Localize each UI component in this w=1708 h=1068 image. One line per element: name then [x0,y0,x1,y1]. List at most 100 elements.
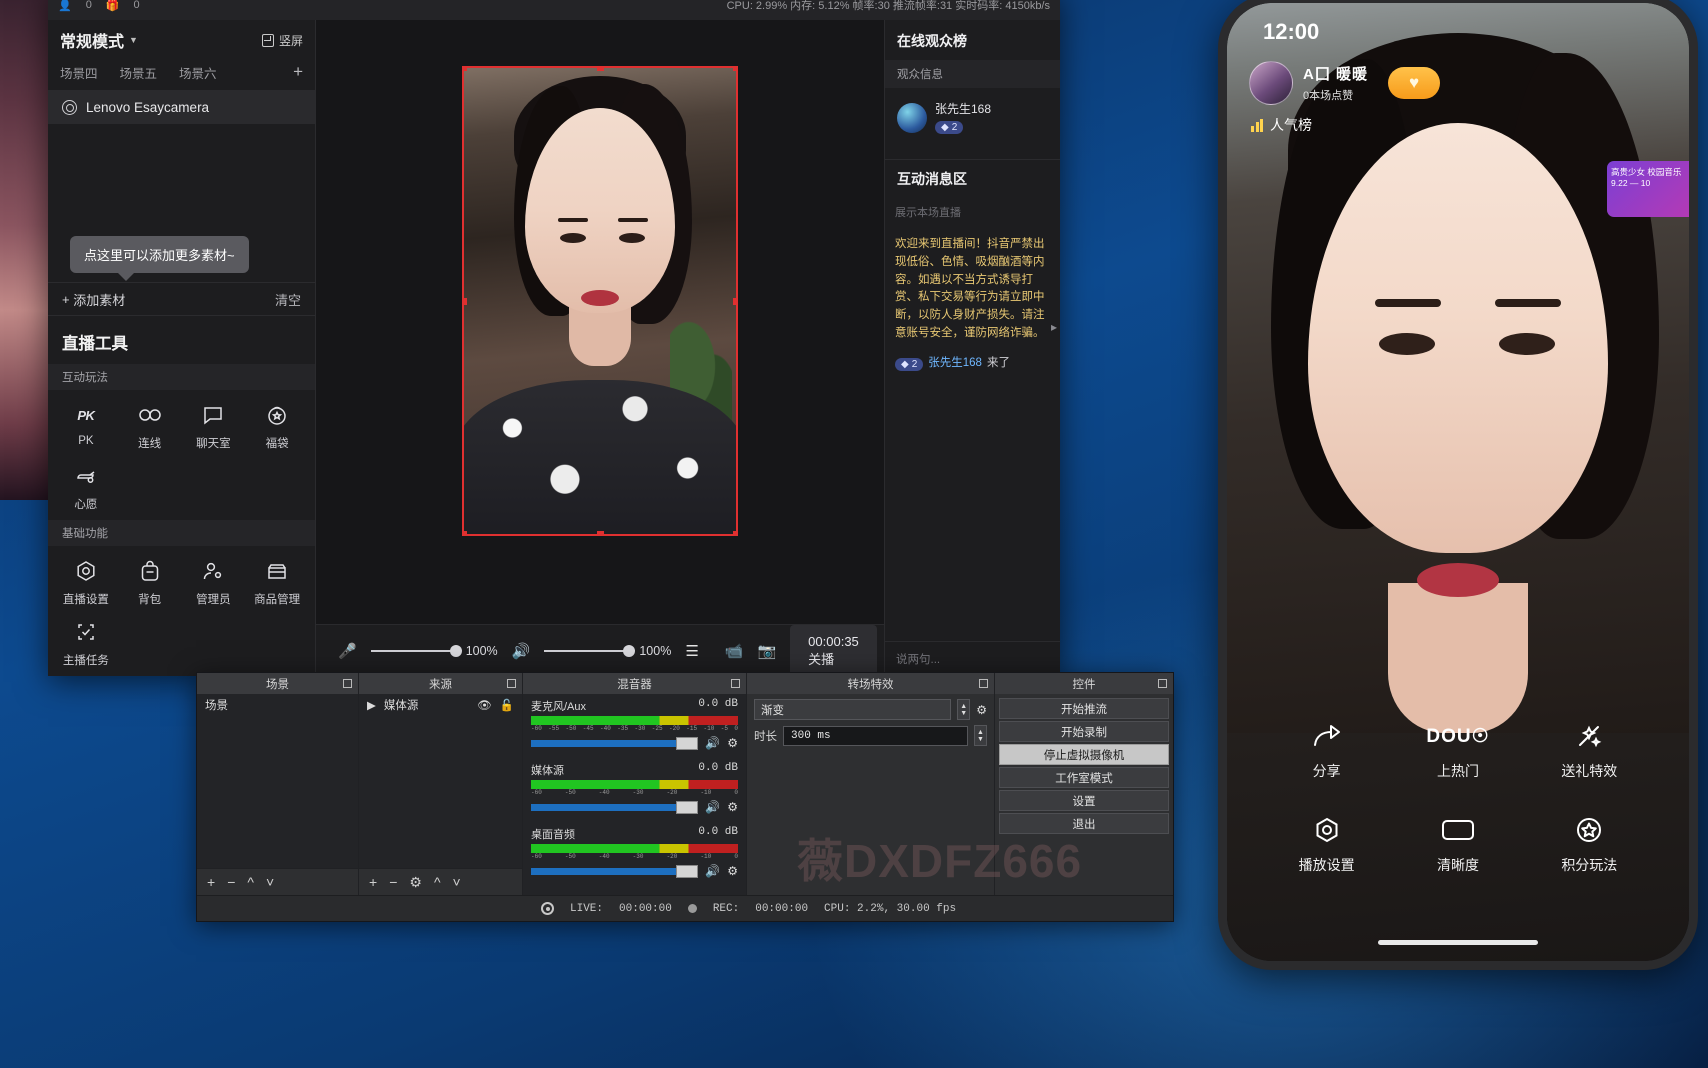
camera-toggle-icon[interactable]: 📷 [757,642,776,660]
tool-admin[interactable]: 管理员 [182,558,246,607]
source-properties-icon[interactable]: ⚙ [409,874,422,891]
phone-action-play-settings[interactable]: 播放设置 [1261,815,1392,875]
mode-label[interactable]: 常规模式 [60,28,124,52]
chevron-down-icon[interactable]: ▼ [129,35,138,45]
scene-tab-6[interactable]: 场景六 [179,63,217,82]
transition-select[interactable]: 渐变 [754,699,952,720]
list-item[interactable]: ▶ 媒体源 👁 🔓 [359,694,522,716]
phone-action-share[interactable]: 分享 [1261,721,1392,781]
volume-fader[interactable] [531,800,699,814]
volume-fader[interactable] [531,736,699,750]
scene-tab-5[interactable]: 场景五 [120,63,158,82]
transition-spinner[interactable]: ▲ ▼ [957,699,971,720]
channel-fader-row[interactable]: 🔊 ⚙ [531,800,738,814]
add-scene-icon[interactable]: + [207,874,215,890]
viewer-list-item[interactable]: 张先生168 ◆ 2 [885,88,1060,147]
scene-tab-4[interactable]: 场景四 [60,63,98,82]
float-dock-icon[interactable] [1158,679,1167,688]
stop-live-button[interactable]: 00:00:35 关播 [790,624,877,677]
move-up-icon[interactable]: ^ [247,874,254,890]
phone-user-row[interactable]: A囗 暖暖 0本场点赞 ♥ [1249,61,1441,105]
stop-virtual-camera-button[interactable]: 停止虚拟摄像机 [999,744,1169,765]
channel-fader-row[interactable]: 🔊 ⚙ [531,736,738,750]
speaker-track[interactable] [544,644,636,657]
expand-icon[interactable]: ▶ [367,698,376,712]
phone-action-hot[interactable]: DOU☉ 上热门 [1392,721,1523,781]
resize-handle-ml[interactable] [464,298,467,305]
resize-handle-tc[interactable] [597,68,604,71]
clear-button[interactable]: 清空 [275,290,301,309]
channel-fader-row[interactable]: 🔊 ⚙ [531,864,738,878]
avatar[interactable] [1249,61,1293,105]
phone-action-gift-effect[interactable]: 送礼特效 [1524,721,1655,781]
eye-icon[interactable]: 👁 [477,698,492,712]
mute-icon[interactable]: 🔊 [705,736,720,750]
phone-action-points[interactable]: 积分玩法 [1524,815,1655,875]
resize-handle-tl[interactable] [464,68,467,71]
plus-icon[interactable]: + [62,292,73,307]
preview-canvas[interactable] [316,20,884,624]
volume-fader[interactable] [531,864,699,878]
tool-wish[interactable]: 心愿 [54,463,118,512]
camera-source-frame[interactable] [462,66,738,536]
tool-backpack[interactable]: 背包 [118,558,182,607]
source-item-camera[interactable]: Lenovo Esaycamera [48,90,315,124]
resize-handle-br[interactable] [733,531,736,534]
popularity-rank-button[interactable]: 人气榜 [1251,115,1312,135]
list-item[interactable]: 场景 [197,694,358,716]
tool-anchor-task[interactable]: 主播任务 [54,619,118,668]
mic-track[interactable] [370,644,462,657]
collapse-panel-button[interactable]: ▸ [1048,312,1060,342]
tool-link[interactable]: 连线 [118,402,182,451]
mute-icon[interactable]: 🔊 [705,800,720,814]
tool-pk[interactable]: PK PK [54,402,118,451]
settings-button[interactable]: 设置 [999,790,1169,811]
phone-action-quality[interactable]: 清晰度 [1392,815,1523,875]
tool-shop[interactable]: 商品管理 [245,558,309,607]
fader-knob[interactable] [676,800,699,814]
float-dock-icon[interactable] [343,679,352,688]
move-down-icon[interactable]: ˅ [453,874,461,890]
move-up-icon[interactable]: ^ [434,874,441,890]
vertical-mode-button[interactable]: 竖屏 [261,32,303,49]
remove-source-icon[interactable]: − [389,874,397,890]
start-streaming-button[interactable]: 开始推流 [999,698,1169,719]
tool-chatroom[interactable]: 聊天室 [182,402,246,451]
chat-input[interactable]: 说两句... [885,641,1060,676]
speaker-knob[interactable] [623,644,636,657]
gear-icon[interactable]: ⚙ [727,800,738,814]
gear-icon[interactable]: ⚙ [727,864,738,878]
studio-mode-button[interactable]: 工作室模式 [999,767,1169,788]
phone-promo-banner[interactable]: 高贵少女 校园音乐 9.22 — 10 [1607,161,1689,217]
resize-handle-tr[interactable] [733,68,736,71]
remove-scene-icon[interactable]: − [227,874,235,890]
float-dock-icon[interactable] [979,679,988,688]
fader-knob[interactable] [676,864,699,878]
gear-icon[interactable]: ⚙ [976,703,987,717]
gear-icon[interactable]: ⚙ [727,736,738,750]
tool-live-settings[interactable]: 直播设置 [54,558,118,607]
duration-spinner[interactable]: ▲ ▼ [974,725,987,746]
mute-icon[interactable]: 🔊 [705,864,720,878]
resize-handle-bc[interactable] [597,531,604,534]
equalizer-icon[interactable]: ☰ [685,642,699,660]
fader-knob[interactable] [676,736,699,750]
dock-scenes-body[interactable]: 场景 [197,694,358,868]
start-recording-button[interactable]: 开始录制 [999,721,1169,742]
tool-luckybag[interactable]: 福袋 [245,402,309,451]
resize-handle-mr[interactable] [733,298,736,305]
screen-share-icon[interactable]: 📹 [725,642,744,660]
exit-button[interactable]: 退出 [999,813,1169,834]
float-dock-icon[interactable] [731,679,740,688]
speaker-slider[interactable]: 100% [544,644,671,658]
add-material-button[interactable]: 添加素材 [73,290,125,309]
mic-knob[interactable] [449,644,462,657]
float-dock-icon[interactable] [507,679,516,688]
duration-input[interactable]: 300 ms [783,725,968,746]
microphone-slider[interactable]: 100% [370,644,498,658]
resize-handle-bl[interactable] [464,531,467,534]
speaker-icon[interactable]: 🔊 [512,642,531,660]
add-scene-button[interactable]: + [293,62,303,82]
heart-badge-icon[interactable]: ♥ [1388,67,1441,99]
add-source-icon[interactable]: + [369,874,377,890]
